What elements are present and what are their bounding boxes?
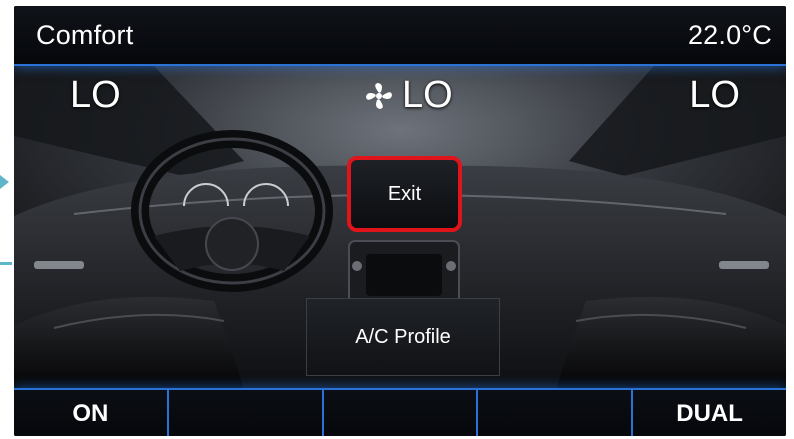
ac-profile-button[interactable]: A/C Profile — [306, 298, 500, 376]
pointer-arrow-icon — [0, 175, 9, 189]
soft-key-2[interactable] — [166, 390, 322, 436]
fan-speed-label: LO — [402, 74, 453, 116]
soft-key-bar: ON DUAL — [14, 388, 786, 436]
soft-key-4[interactable] — [476, 390, 631, 436]
temperature-readout: 22.0°C — [687, 20, 772, 50]
hvac-screen: Comfort 22.0°C LO LO LO Exit A/C Profile… — [14, 6, 786, 436]
left-zone-temperature[interactable]: LO — [70, 74, 121, 117]
fan-icon — [366, 82, 392, 109]
right-zone-temperature[interactable]: LO — [689, 74, 740, 117]
climate-mode-label: Comfort — [36, 20, 134, 50]
exit-button[interactable]: Exit — [347, 156, 462, 232]
pointer-line — [0, 262, 12, 265]
soft-key-3[interactable] — [321, 390, 477, 436]
ac-on-button[interactable]: ON — [14, 390, 167, 436]
status-bar: Comfort 22.0°C — [14, 6, 786, 66]
dual-zone-button[interactable]: DUAL — [631, 390, 786, 436]
fan-speed-control[interactable]: LO — [364, 74, 453, 117]
